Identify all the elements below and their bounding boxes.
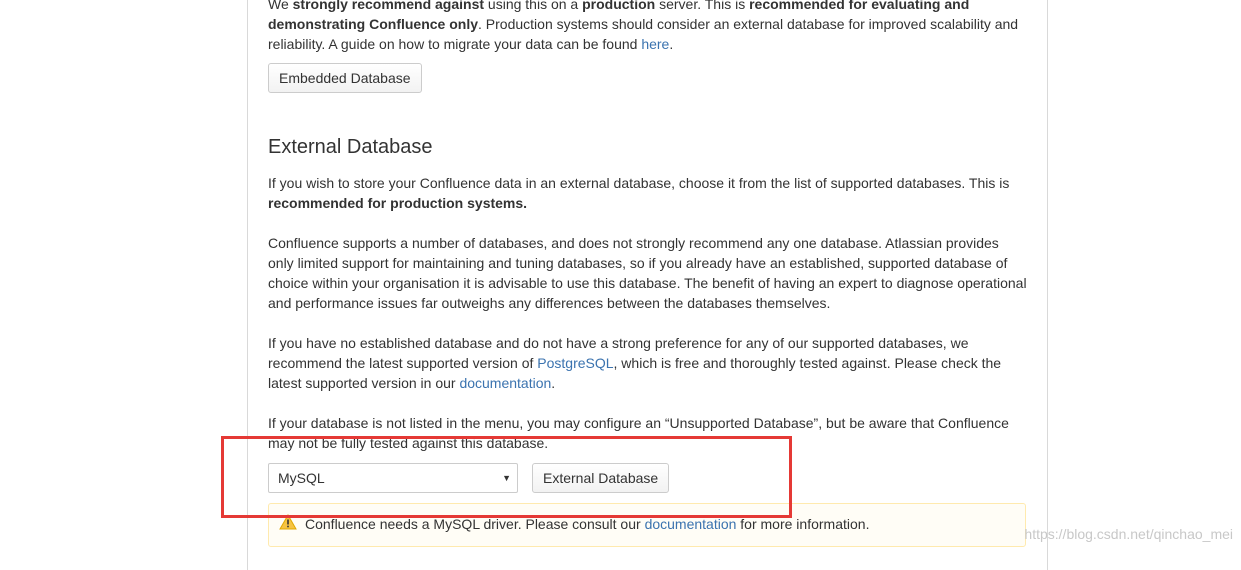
external-database-heading: External Database [268,136,433,158]
bold-text: strongly recommend against [292,0,485,12]
database-support-paragraph: Confluence supports a number of database… [268,235,1027,311]
external-intro-paragraph: If you wish to store your Confluence dat… [268,173,1028,213]
bold-text: production [582,0,656,12]
text: . [669,36,674,52]
text: using this on a [484,0,583,12]
bold-text: recommended for production systems. [268,195,528,211]
annotation-highlight-box [221,436,792,518]
embedded-database-button[interactable]: Embedded Database [268,63,422,93]
text: server. This is [655,0,750,12]
driver-documentation-link[interactable]: documentation [645,516,737,532]
text: Confluence needs a MySQL driver. Please … [305,516,645,532]
documentation-link[interactable]: documentation [459,375,551,391]
postgresql-link[interactable]: PostgreSQL [537,355,613,371]
text: . [551,375,556,391]
postgres-recommendation-paragraph: If you have no established database and … [268,333,1028,393]
embedded-description: We strongly recommend against using this… [268,0,1028,54]
text: for more information. [736,516,870,532]
text: If you wish to store your Confluence dat… [268,175,1010,191]
text: We [268,0,293,12]
watermark: https://blog.csdn.net/qinchao_mei [1024,526,1233,542]
migration-guide-link[interactable]: here [641,36,669,52]
